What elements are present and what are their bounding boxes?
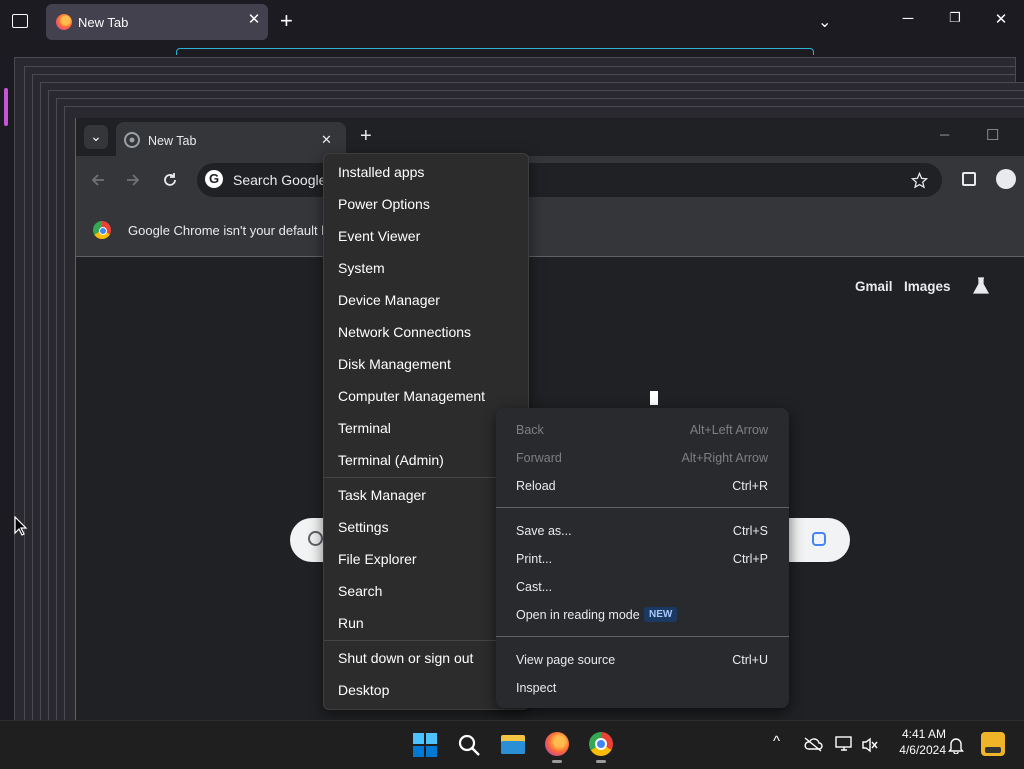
running-indicator [596, 760, 606, 763]
firefox-tab-new-tab[interactable]: New Tab ✕ [46, 4, 268, 40]
default-browser-infobar: Google Chrome isn't your default b [76, 204, 1024, 257]
list-all-tabs-chevron-icon[interactable]: ⌄ [818, 12, 831, 32]
gmail-link[interactable]: Gmail [855, 279, 893, 294]
firefox-taskbar-icon[interactable] [545, 732, 569, 756]
menu-item-reading-mode[interactable]: Open in reading mode [516, 608, 640, 622]
close-tab-icon[interactable]: ✕ [321, 132, 332, 148]
menu-item-save-as[interactable]: Save as... [516, 524, 572, 538]
firefox-logo-icon [56, 14, 72, 30]
menu-item-inspect[interactable]: Inspect [516, 681, 556, 695]
menu-item-system[interactable]: System [338, 260, 385, 276]
shortcut-view-source: Ctrl+U [732, 653, 768, 667]
url-bar-edge [176, 48, 814, 55]
forward-arrow-icon[interactable] [125, 172, 141, 188]
shortcut-forward: Alt+Right Arrow [681, 451, 769, 465]
menu-item-cast[interactable]: Cast... [516, 580, 552, 594]
menu-item-back[interactable]: Back [516, 423, 544, 437]
shortcut-save-as: Ctrl+S [732, 524, 768, 538]
file-explorer-icon[interactable] [501, 735, 525, 754]
apps-grid-icon[interactable]: ⋮ [1020, 271, 1024, 289]
menu-item-device-manager[interactable]: Device Manager [338, 292, 440, 308]
google-g-icon: G [205, 170, 223, 188]
menu-item-terminal-admin[interactable]: Terminal (Admin) [338, 452, 444, 468]
tray-overflow-chevron-icon[interactable]: ^ [773, 733, 780, 750]
shortcut-print: Ctrl+P [732, 552, 768, 566]
shortcut-back: Alt+Left Arrow [689, 423, 768, 437]
back-arrow-icon[interactable] [90, 172, 106, 188]
volume-muted-icon[interactable] [861, 737, 879, 753]
list-all-tabs-icon[interactable] [12, 14, 28, 28]
menu-item-installed-apps[interactable]: Installed apps [338, 164, 424, 180]
chrome-logo-icon [124, 132, 140, 148]
chrome-page-context-menu: Back Alt+Left Arrow Forward Alt+Right Ar… [496, 408, 789, 708]
reload-icon[interactable] [162, 172, 178, 188]
side-panel-icon[interactable] [962, 172, 976, 186]
menu-item-network-connections[interactable]: Network Connections [338, 324, 471, 340]
search-icon [308, 531, 323, 546]
menu-item-desktop[interactable]: Desktop [338, 682, 389, 698]
close-tab-icon[interactable]: ✕ [244, 10, 264, 28]
tab-search-button[interactable]: ⌄ [84, 125, 108, 149]
menu-separator [496, 636, 789, 637]
close-window-button[interactable]: ✕ [989, 10, 1013, 28]
menu-item-computer-management[interactable]: Computer Management [338, 388, 485, 404]
menu-item-run[interactable]: Run [338, 615, 364, 631]
menu-item-power-options[interactable]: Power Options [338, 196, 430, 212]
menu-item-view-source[interactable]: View page source [516, 653, 615, 667]
windows-start-icon[interactable] [413, 733, 437, 757]
sidebar-accent [4, 88, 8, 126]
images-link[interactable]: Images [904, 279, 951, 294]
google-logo-fragment [650, 391, 658, 405]
minimize-button[interactable]: ─ [940, 127, 949, 142]
new-tab-button[interactable]: + [360, 125, 372, 148]
omnibox-placeholder: Search Google [233, 172, 327, 188]
menu-item-terminal[interactable]: Terminal [338, 420, 391, 436]
chrome-taskbar-icon[interactable] [589, 732, 613, 756]
profile-avatar-icon[interactable] [996, 169, 1016, 189]
menu-item-search[interactable]: Search [338, 583, 382, 599]
network-display-icon[interactable] [835, 736, 853, 752]
search-icon[interactable] [457, 733, 481, 757]
chrome-logo-center [99, 227, 107, 235]
menu-item-disk-management[interactable]: Disk Management [338, 356, 451, 372]
infobar-message: Google Chrome isn't your default b [128, 223, 329, 238]
bookmark-star-icon[interactable] [911, 172, 928, 189]
copilot-preview-icon[interactable] [981, 732, 1005, 756]
onedrive-cloud-icon[interactable] [803, 736, 823, 752]
google-lens-icon[interactable] [812, 532, 826, 546]
menu-item-print[interactable]: Print... [516, 552, 552, 566]
new-badge: NEW [644, 607, 678, 622]
tab-title: New Tab [148, 134, 197, 148]
chrome-tab-new-tab[interactable]: New Tab ✕ [116, 122, 346, 158]
restore-button[interactable]: ❐ [943, 10, 967, 26]
firefox-tab-strip: New Tab ✕ + ⌄ ─ ❐ ✕ [0, 0, 1024, 44]
mouse-cursor-icon [14, 516, 28, 536]
labs-flask-icon[interactable] [972, 277, 990, 295]
menu-item-event-viewer[interactable]: Event Viewer [338, 228, 420, 244]
clock-date: 4/6/2024 [899, 743, 946, 757]
omnibox[interactable]: G Search Google [197, 163, 942, 197]
new-tab-button[interactable]: + [280, 10, 293, 32]
maximize-button[interactable]: ☐ [986, 126, 999, 144]
notification-bell-icon[interactable] [948, 736, 964, 754]
clock-time: 4:41 AM [901, 727, 946, 741]
menu-item-file-explorer[interactable]: File Explorer [338, 551, 417, 567]
menu-item-reload[interactable]: Reload [516, 479, 556, 493]
menu-item-settings[interactable]: Settings [338, 519, 389, 535]
menu-item-shut-down[interactable]: Shut down or sign out [338, 650, 473, 666]
tab-title: New Tab [78, 15, 129, 30]
minimize-button[interactable]: ─ [896, 10, 920, 27]
menu-item-task-manager[interactable]: Task Manager [338, 487, 426, 503]
menu-item-forward[interactable]: Forward [516, 451, 562, 465]
chrome-tab-strip: ⌄ New Tab ✕ + ─ ☐ [76, 118, 1024, 158]
running-indicator [552, 760, 562, 763]
shortcut-reload: Ctrl+R [732, 479, 768, 493]
taskbar-clock[interactable]: 4:41 AM 4/6/2024 [888, 726, 946, 758]
menu-separator [496, 507, 789, 508]
